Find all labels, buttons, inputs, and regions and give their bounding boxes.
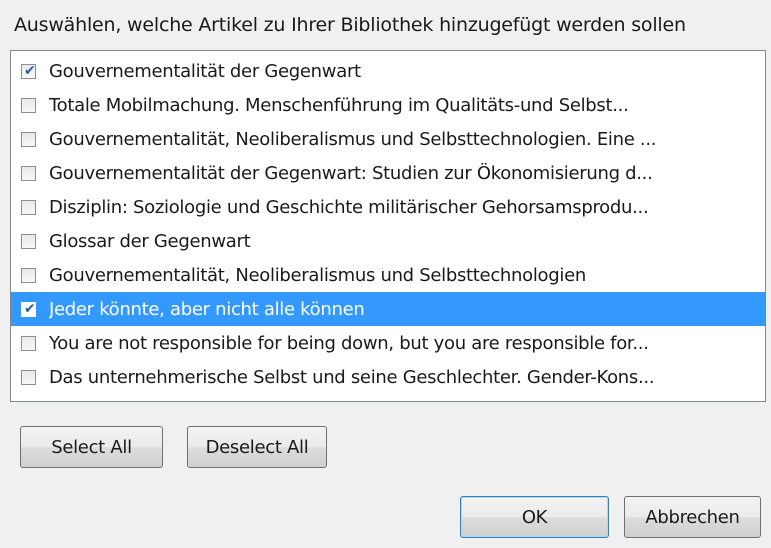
item-label: Totale Mobilmachung. Menschenführung im … — [49, 94, 629, 116]
checkmark-icon: ✔ — [24, 300, 36, 317]
item-label: Gouvernementalität der Gegenwart — [49, 60, 361, 82]
list-item[interactable]: ✔ Gouvernementalität, Neoliberalismus und… — [11, 258, 765, 292]
checkmark-icon: ✔ — [24, 62, 36, 79]
item-checkbox[interactable]: ✔ — [21, 97, 36, 113]
item-label: Glossar der Gegenwart — [49, 230, 251, 252]
deselect-all-button[interactable]: Deselect All — [187, 426, 327, 468]
item-label: Gouvernementalität der Gegenwart: Studie… — [49, 162, 653, 184]
ok-button[interactable]: OK — [460, 496, 609, 538]
list-item[interactable]: ✔ Glossar der Gegenwart — [11, 224, 765, 258]
item-label: You are not responsible for being down, … — [49, 332, 649, 354]
item-label: Gouvernementalität, Neoliberalismus und … — [49, 264, 586, 286]
list-item[interactable]: ✔ Disziplin: Soziologie und Geschichte mi… — [11, 190, 765, 224]
item-checkbox[interactable]: ✔ — [21, 369, 36, 385]
item-label: Jeder könnte, aber nicht alle können — [49, 298, 365, 320]
list-item[interactable]: ✔ Gouvernementalität der Gegenwart: Studi… — [11, 156, 765, 190]
list-item[interactable]: ✔ Gouvernementalität, Neoliberalismus und… — [11, 122, 765, 156]
select-items-dialog: Auswählen, welche Artikel zu Ihrer Bibli… — [0, 0, 771, 548]
select-all-button[interactable]: Select All — [20, 426, 163, 468]
item-checkbox[interactable]: ✔ — [21, 300, 36, 317]
item-list[interactable]: ✔ Gouvernementalität der Gegenwart ✔ Totale… — [10, 50, 766, 402]
item-label: Disziplin: Soziologie und Geschichte mil… — [49, 196, 649, 218]
list-item[interactable]: ✔ Totale Mobilmachung. Menschenführung im… — [11, 88, 765, 122]
item-label: Das unternehmerische Selbst und seine Ge… — [49, 366, 655, 388]
item-checkbox[interactable]: ✔ — [21, 233, 36, 249]
item-checkbox[interactable]: ✔ — [21, 165, 36, 181]
item-checkbox[interactable]: ✔ — [21, 335, 36, 351]
item-checkbox[interactable]: ✔ — [21, 199, 36, 215]
cancel-button[interactable]: Abbrechen — [624, 496, 761, 538]
dialog-prompt: Auswählen, welche Artikel zu Ihrer Bibli… — [14, 14, 686, 36]
item-label: Gouvernementalität, Neoliberalismus und … — [49, 128, 657, 150]
list-item[interactable]: ✔ Jeder könnte, aber nicht alle können — [11, 292, 765, 326]
list-item[interactable]: ✔ Das unternehmerische Selbst und seine G… — [11, 360, 765, 394]
item-checkbox[interactable]: ✔ — [21, 131, 36, 147]
list-item[interactable]: ✔ You are not responsible for being down,… — [11, 326, 765, 360]
item-checkbox[interactable]: ✔ — [21, 62, 36, 79]
list-item[interactable]: ✔ Gouvernementalität der Gegenwart — [11, 54, 765, 88]
item-checkbox[interactable]: ✔ — [21, 267, 36, 283]
